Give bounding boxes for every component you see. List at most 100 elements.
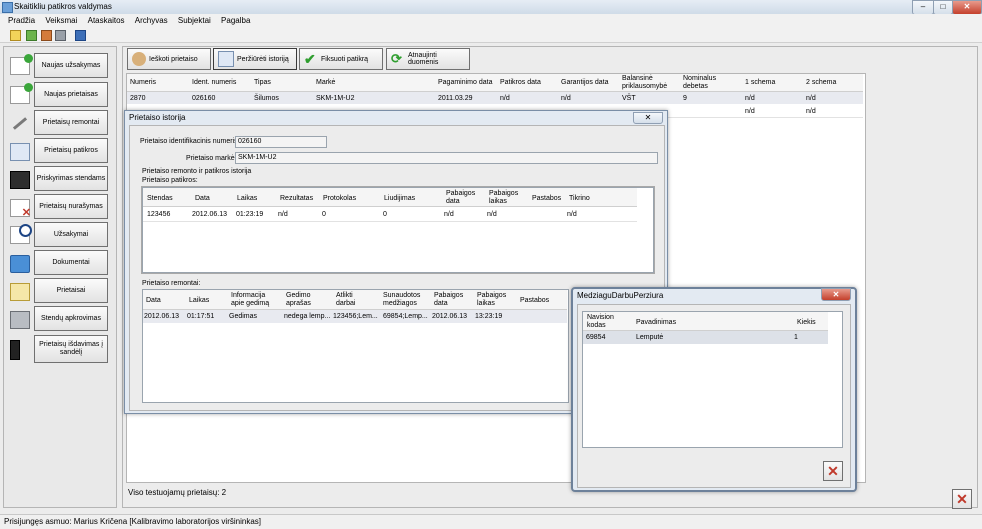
col-header[interactable]: Rezultatas [280, 195, 313, 203]
col-header[interactable]: Tipas [254, 79, 271, 87]
marke-label: Prietaiso markė: [186, 155, 237, 162]
sidebar-item-inspections[interactable]: Prietaisų patikros [34, 138, 108, 163]
col-header[interactable]: Pabaigos laikas [489, 190, 523, 206]
table-cell: n/d [745, 95, 755, 102]
sidebar-item-orders[interactable]: Užsakymai [34, 222, 108, 247]
menu-archyvas[interactable]: Archyvas [135, 14, 168, 28]
quick-toolbar [0, 28, 982, 43]
col-header[interactable]: 1 schema [745, 79, 775, 87]
record-inspection-button[interactable]: ✔ Fiksuoti patikrą [299, 48, 383, 70]
col-header[interactable]: Laikas [237, 195, 257, 203]
view-history-button[interactable]: Peržiūrėti istoriją [213, 48, 297, 70]
table-cell: n/d [444, 211, 454, 218]
col-header[interactable]: Pabaigos laikas [477, 292, 511, 308]
table-cell: 2011.03.29 [438, 95, 473, 102]
materials-window-title: MedziaguDarbuPerziura [577, 291, 664, 300]
history-close-button[interactable]: ✕ [633, 112, 663, 124]
minimize-button[interactable]: – [912, 0, 934, 15]
menu-pradzia[interactable]: Pradžia [8, 14, 35, 28]
close-main-button[interactable]: ✕ [952, 489, 972, 509]
col-header[interactable]: Navision kodas [587, 314, 627, 330]
new-device-icon [10, 83, 33, 104]
maximize-button[interactable]: □ [933, 0, 953, 15]
col-header[interactable]: Pastabos [520, 297, 549, 305]
col-header[interactable]: Data [146, 297, 161, 305]
table-cell: n/d [487, 211, 497, 218]
sidebar-item-devices[interactable]: Prietaisai [34, 278, 108, 303]
sidebar-item-documents[interactable]: Dokumentai [34, 250, 108, 275]
sidebar-item-stand-assignment[interactable]: Priskyrimas stendams [34, 166, 108, 191]
col-header[interactable]: Pabaigos data [434, 292, 468, 308]
table-cell: n/d [567, 211, 577, 218]
new-icon[interactable] [10, 30, 21, 41]
marke-field[interactable]: SKM-1M-U2 [235, 152, 658, 164]
write-off-icon: ✕ [10, 199, 31, 219]
col-header[interactable]: Sunaudotos medžiagos [383, 292, 425, 308]
table-cell: 0 [383, 211, 387, 218]
table-cell: 69854 [586, 334, 606, 341]
help-icon[interactable] [75, 30, 86, 41]
materials-dismiss-button[interactable]: ✕ [823, 461, 843, 481]
table-cell: 69854;Lemp... [383, 313, 428, 320]
table-cell: n/d [806, 95, 816, 102]
col-header[interactable]: Laikas [189, 297, 209, 305]
col-header[interactable]: Kiekis [797, 319, 816, 327]
col-header[interactable]: 2 schema [806, 79, 836, 87]
col-header[interactable]: Stendas [147, 195, 173, 203]
menu-subjektai[interactable]: Subjektai [178, 14, 211, 28]
table-cell: n/d [500, 95, 510, 102]
sidebar-item-new-device[interactable]: Naujas prietaisas [34, 82, 108, 107]
close-window-button[interactable]: ✕ [952, 0, 982, 15]
col-header[interactable]: Markė [316, 79, 335, 87]
col-header[interactable]: Tikrino [569, 195, 590, 203]
close-icon: ✕ [956, 490, 968, 507]
table-cell: 2870 [130, 95, 146, 102]
col-header[interactable]: Pastabos [532, 195, 561, 203]
table-cell: n/d [278, 211, 288, 218]
table-cell: 01:23:19 [236, 211, 264, 218]
col-header[interactable]: Garantijos data [561, 79, 608, 87]
col-header[interactable]: Patikros data [500, 79, 541, 87]
search-device-button[interactable]: Ieškoti prietaiso [127, 48, 211, 70]
table-cell: 2012.06.13 [432, 313, 468, 320]
print-icon[interactable] [55, 30, 66, 41]
materials-close-button[interactable]: ✕ [821, 288, 851, 301]
users-icon[interactable] [41, 30, 52, 41]
table-row-selected[interactable] [583, 331, 828, 344]
col-header[interactable]: Informacija apie gedimą [231, 292, 271, 308]
col-header[interactable]: Numeris [130, 79, 156, 87]
table-cell: VŠT [622, 95, 636, 102]
table-cell: n/d [561, 95, 571, 102]
col-header[interactable]: Nominalus debetas [683, 75, 723, 91]
sidebar-item-warehouse-issue[interactable]: Prietaisų išdavimas į sandėlį [34, 335, 108, 363]
sidebar-item-new-order[interactable]: Naujas užsakymas [34, 53, 108, 78]
col-header[interactable]: Pabaigos data [446, 190, 480, 206]
col-header[interactable]: Ident. numeris [192, 79, 236, 87]
search-person-icon [132, 52, 146, 66]
new-order-icon [10, 54, 33, 75]
history-window-title: Prietaiso istorija [129, 113, 186, 122]
col-header[interactable]: Data [195, 195, 210, 203]
warehouse-icon [10, 340, 20, 360]
edit-icon[interactable] [26, 30, 37, 41]
menu-pagalba[interactable]: Pagalba [221, 14, 250, 28]
sidebar-item-write-off[interactable]: Prietaisų nurašymas [34, 194, 108, 219]
col-header[interactable]: Atlikti darbai [336, 292, 366, 308]
col-header[interactable]: Pagaminimo data [438, 79, 492, 87]
col-header[interactable]: Liudijimas [384, 195, 415, 203]
col-header[interactable]: Pavadinimas [636, 319, 676, 327]
refresh-data-button[interactable]: ⟳ Atnaujinti duomenis [386, 48, 470, 70]
menu-ataskaitos[interactable]: Ataskaitos [88, 14, 125, 28]
window-title: Skaitikliu patikros valdymas [14, 2, 112, 11]
table-cell: Gedimas [229, 313, 258, 320]
sidebar-item-stand-load[interactable]: Stendų apkrovimas [34, 306, 108, 331]
col-header[interactable]: Balansinė priklausomybė [622, 75, 674, 91]
col-header[interactable]: Protokolas [323, 195, 356, 203]
menu-veiksmai[interactable]: Veiksmai [45, 14, 77, 28]
col-header[interactable]: Gedimo aprašas [286, 292, 322, 308]
sidebar-item-repairs[interactable]: Prietaisų remontai [34, 110, 108, 135]
app-icon [2, 2, 13, 13]
inspections-label: Prietaiso patikros: [142, 177, 198, 184]
ident-field[interactable]: 026160 [235, 136, 327, 148]
wrench-icon [10, 115, 28, 131]
